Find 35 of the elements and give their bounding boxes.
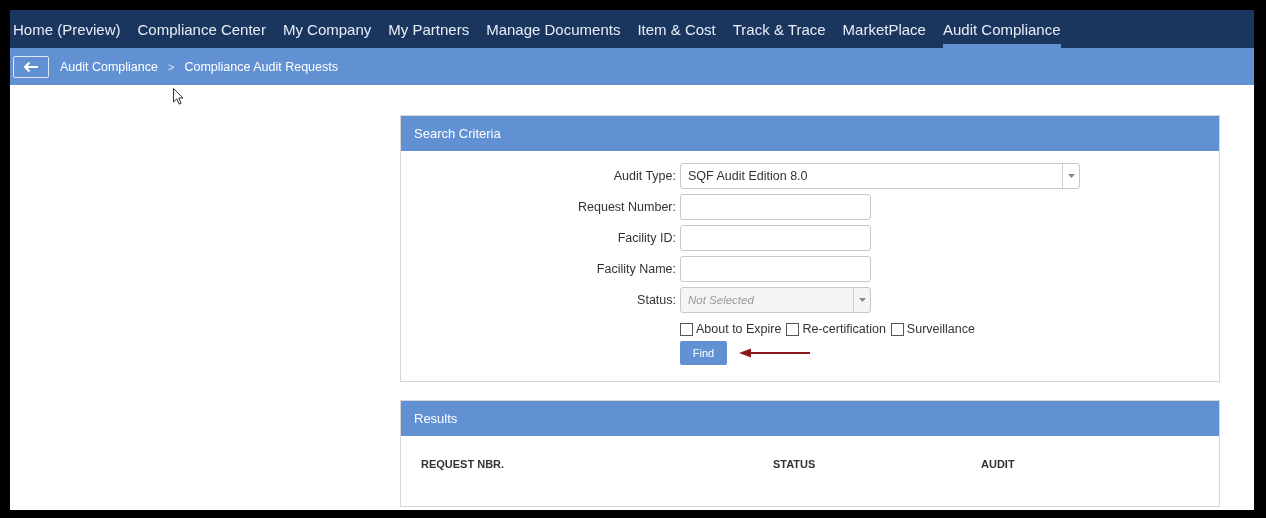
- field-label: Facility Name:: [595, 262, 676, 276]
- input-field[interactable]: [680, 225, 871, 251]
- annotation-arrow: [739, 348, 811, 358]
- column-header: REQUEST NBR.: [421, 458, 506, 470]
- nav-tab[interactable]: My Partners: [388, 10, 470, 48]
- nav-tab[interactable]: Item & Cost: [637, 10, 716, 48]
- nav-tab[interactable]: MarketPlace: [842, 10, 926, 48]
- field-label: Status:: [636, 293, 676, 307]
- field-label: Audit Type:: [612, 169, 676, 183]
- nav-tab[interactable]: Track & Trace: [732, 10, 826, 48]
- checkbox[interactable]: [680, 322, 693, 336]
- nav-tab[interactable]: Manage Documents: [486, 10, 621, 48]
- caret-icon: [858, 298, 866, 302]
- caret-icon: [1067, 174, 1075, 178]
- checkbox-label: Re-certification: [802, 322, 886, 336]
- checkbox[interactable]: [890, 322, 904, 336]
- field-label: Facility ID:: [616, 231, 676, 245]
- column-header: AUDIT: [981, 458, 1016, 470]
- back-button[interactable]: [13, 55, 49, 78]
- field-label: Request Number:: [577, 200, 676, 214]
- mouse-pointer-icon: [173, 88, 184, 105]
- panel-title: Results: [414, 411, 458, 426]
- panel-title: Search Criteria: [414, 126, 501, 141]
- dropdown[interactable]: SQF Audit Edition 8.0: [680, 163, 1080, 189]
- column-header: STATUS: [773, 458, 817, 470]
- nav-tab[interactable]: My Company: [282, 10, 372, 48]
- checkbox[interactable]: [786, 322, 800, 336]
- nav-tab[interactable]: Compliance Center: [137, 10, 266, 48]
- input-field[interactable]: [680, 256, 871, 282]
- nav-tab[interactable]: Home (Preview): [13, 10, 121, 48]
- back-arrow-icon: [23, 60, 39, 73]
- checkbox-label: Surveillance: [906, 322, 975, 336]
- breadcrumb-separator: >: [167, 60, 175, 73]
- checkbox-label: About to Expire: [696, 322, 782, 336]
- input-field[interactable]: [680, 194, 871, 220]
